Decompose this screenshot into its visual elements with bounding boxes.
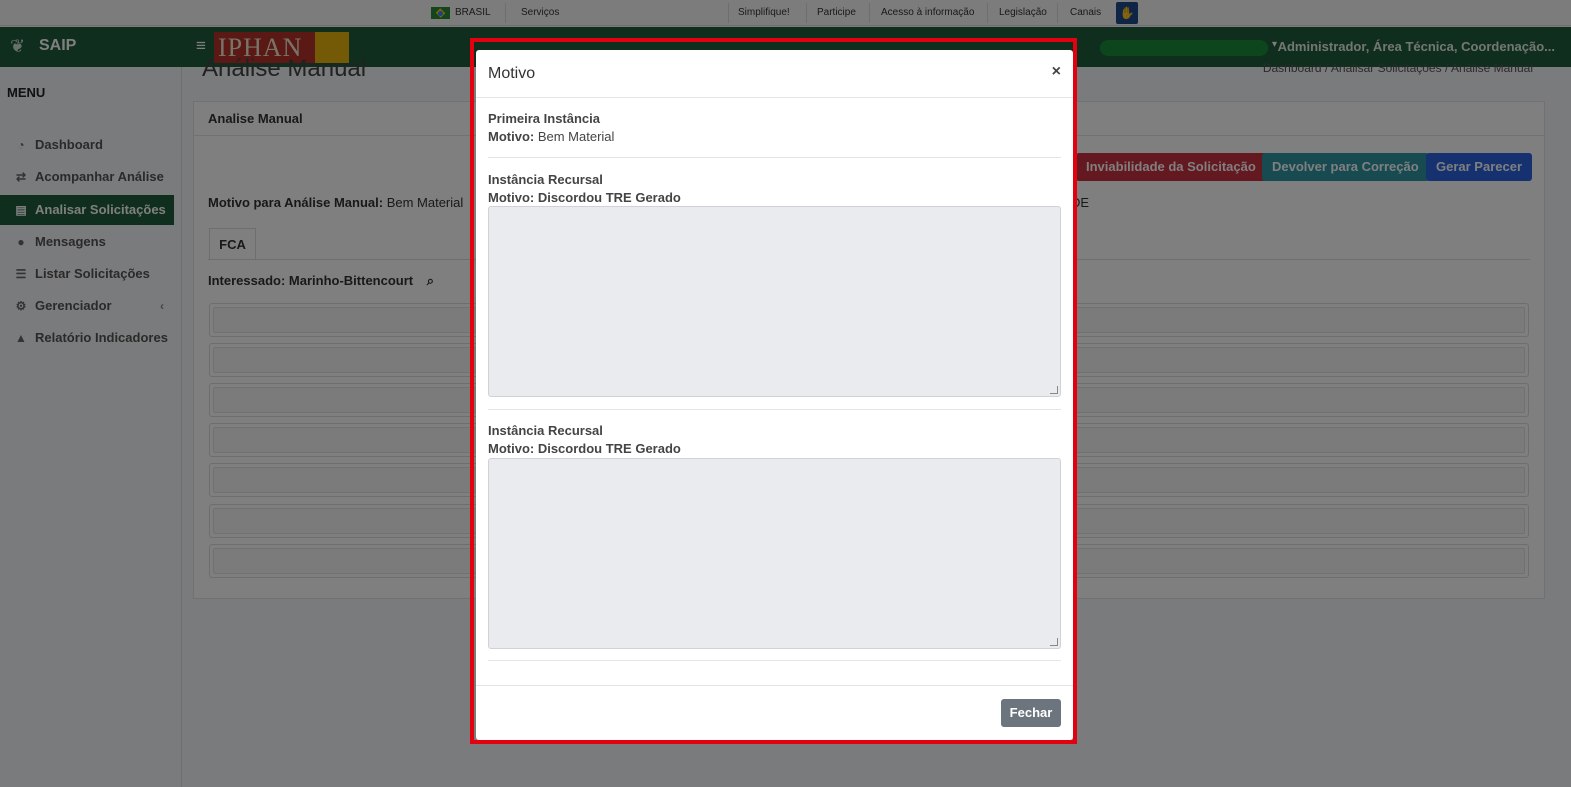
close-icon[interactable]: ×	[1052, 63, 1061, 81]
fechar-button[interactable]: Fechar	[1001, 699, 1061, 727]
modal-footer-divider	[476, 685, 1073, 686]
section-motivo-label: Motivo: Discordou TRE Gerado	[488, 441, 681, 456]
section-motivo-value: Bem Material	[537, 129, 615, 144]
divider	[488, 409, 1061, 410]
section-heading: Instância Recursal	[488, 423, 603, 438]
divider	[488, 157, 1061, 158]
motivo-textarea[interactable]	[488, 206, 1061, 397]
section-motivo: Motivo: Discordou TRE Gerado	[488, 441, 681, 456]
section-motivo: Motivo: Discordou TRE Gerado	[488, 190, 681, 205]
section-motivo: Motivo: Bem Material	[488, 129, 614, 144]
motivo-modal: Motivo × Primeira Instância Motivo: Bem …	[476, 50, 1073, 740]
section-motivo-label: Motivo:	[488, 129, 535, 144]
resize-handle-icon[interactable]	[1050, 638, 1058, 646]
section-heading: Primeira Instância	[488, 111, 600, 126]
modal-header: Motivo ×	[476, 50, 1073, 98]
section-motivo-label: Motivo: Discordou TRE Gerado	[488, 190, 681, 205]
modal-title: Motivo	[488, 65, 536, 82]
resize-handle-icon[interactable]	[1050, 386, 1058, 394]
section-heading: Instância Recursal	[488, 172, 603, 187]
divider	[488, 660, 1061, 661]
motivo-textarea[interactable]	[488, 458, 1061, 649]
